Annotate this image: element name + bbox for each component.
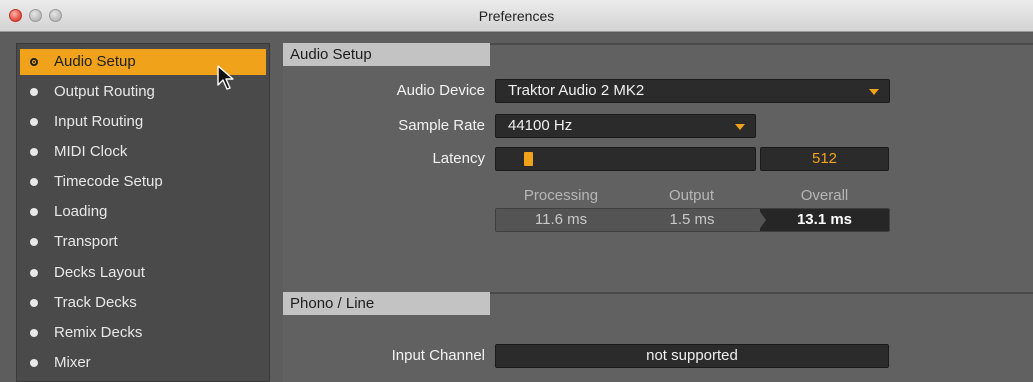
bullet-icon bbox=[30, 118, 38, 126]
latency-slider[interactable] bbox=[495, 147, 756, 171]
processing-column-header: Processing bbox=[523, 187, 599, 204]
sidebar-item-timecode-setup[interactable]: Timecode Setup bbox=[20, 169, 266, 195]
overall-column-header: Overall bbox=[800, 187, 849, 204]
mouse-pointer-icon bbox=[217, 65, 234, 90]
audio-device-dropdown[interactable]: Traktor Audio 2 MK2 bbox=[495, 79, 890, 103]
audio-device-value: Traktor Audio 2 MK2 bbox=[508, 82, 645, 99]
latency-slider-handle[interactable] bbox=[524, 152, 533, 166]
sidebar: Audio Setup Output Routing Input Routing… bbox=[16, 43, 270, 382]
bullet-icon bbox=[30, 148, 38, 156]
bullet-icon bbox=[30, 329, 38, 337]
sidebar-item-label: Input Routing bbox=[54, 113, 144, 130]
settings-panel: Audio Setup Audio Device Traktor Audio 2… bbox=[283, 43, 1033, 382]
bullet-icon bbox=[30, 359, 38, 367]
latency-breakdown: 11.6 ms 1.5 ms 13.1 ms bbox=[495, 208, 890, 232]
selected-radio-icon bbox=[30, 58, 38, 66]
sidebar-item-mixer[interactable]: Mixer bbox=[20, 350, 266, 376]
sidebar-item-label: Output Routing bbox=[54, 83, 155, 100]
bullet-icon bbox=[30, 178, 38, 186]
sidebar-item-label: Audio Setup bbox=[54, 53, 136, 70]
section-divider bbox=[490, 292, 1033, 294]
sidebar-item-label: Mixer bbox=[54, 354, 91, 371]
sidebar-item-input-routing[interactable]: Input Routing bbox=[20, 109, 266, 135]
sidebar-item-transport[interactable]: Transport bbox=[20, 229, 266, 255]
section-divider bbox=[490, 43, 1033, 45]
latency-label: Latency bbox=[432, 150, 485, 167]
sidebar-item-label: Transport bbox=[54, 233, 118, 250]
audio-device-label: Audio Device bbox=[396, 82, 485, 99]
input-channel-label: Input Channel bbox=[391, 347, 485, 364]
sidebar-item-label: Track Decks bbox=[54, 294, 137, 311]
sidebar-item-label: Decks Layout bbox=[54, 264, 145, 281]
latency-value: 512 bbox=[760, 147, 889, 171]
section-header-phono-line: Phono / Line bbox=[283, 292, 490, 315]
dropdown-arrow-icon bbox=[869, 89, 879, 95]
sidebar-item-label: Loading bbox=[54, 203, 108, 220]
sample-rate-label: Sample Rate bbox=[398, 117, 485, 134]
output-time: 1.5 ms bbox=[669, 211, 715, 228]
sidebar-item-track-decks[interactable]: Track Decks bbox=[20, 290, 266, 316]
sidebar-item-midi-clock[interactable]: MIDI Clock bbox=[20, 139, 266, 165]
title-bar: Preferences bbox=[0, 0, 1033, 32]
input-channel-field: not supported bbox=[495, 344, 889, 368]
dropdown-arrow-icon bbox=[735, 124, 745, 130]
sidebar-item-decks-layout[interactable]: Decks Layout bbox=[20, 260, 266, 286]
sample-rate-dropdown[interactable]: 44100 Hz bbox=[495, 114, 756, 138]
sidebar-item-label: MIDI Clock bbox=[54, 143, 128, 160]
bullet-icon bbox=[30, 269, 38, 277]
bullet-icon bbox=[30, 208, 38, 216]
sidebar-item-label: Timecode Setup bbox=[54, 173, 163, 190]
bullet-icon bbox=[30, 88, 38, 96]
sidebar-item-loading[interactable]: Loading bbox=[20, 199, 266, 225]
section-header-audio-setup: Audio Setup bbox=[283, 43, 490, 66]
processing-time: 11.6 ms bbox=[534, 211, 588, 228]
sidebar-item-label: Remix Decks bbox=[54, 324, 143, 341]
output-column-header: Output bbox=[668, 187, 715, 204]
preferences-content: Audio Setup Output Routing Input Routing… bbox=[0, 33, 1033, 382]
bullet-icon bbox=[30, 299, 38, 307]
sample-rate-value: 44100 Hz bbox=[508, 117, 573, 134]
window-title: Preferences bbox=[478, 8, 555, 24]
sidebar-item-remix-decks[interactable]: Remix Decks bbox=[20, 320, 266, 346]
bullet-icon bbox=[30, 238, 38, 246]
overall-time: 13.1 ms bbox=[796, 211, 853, 228]
